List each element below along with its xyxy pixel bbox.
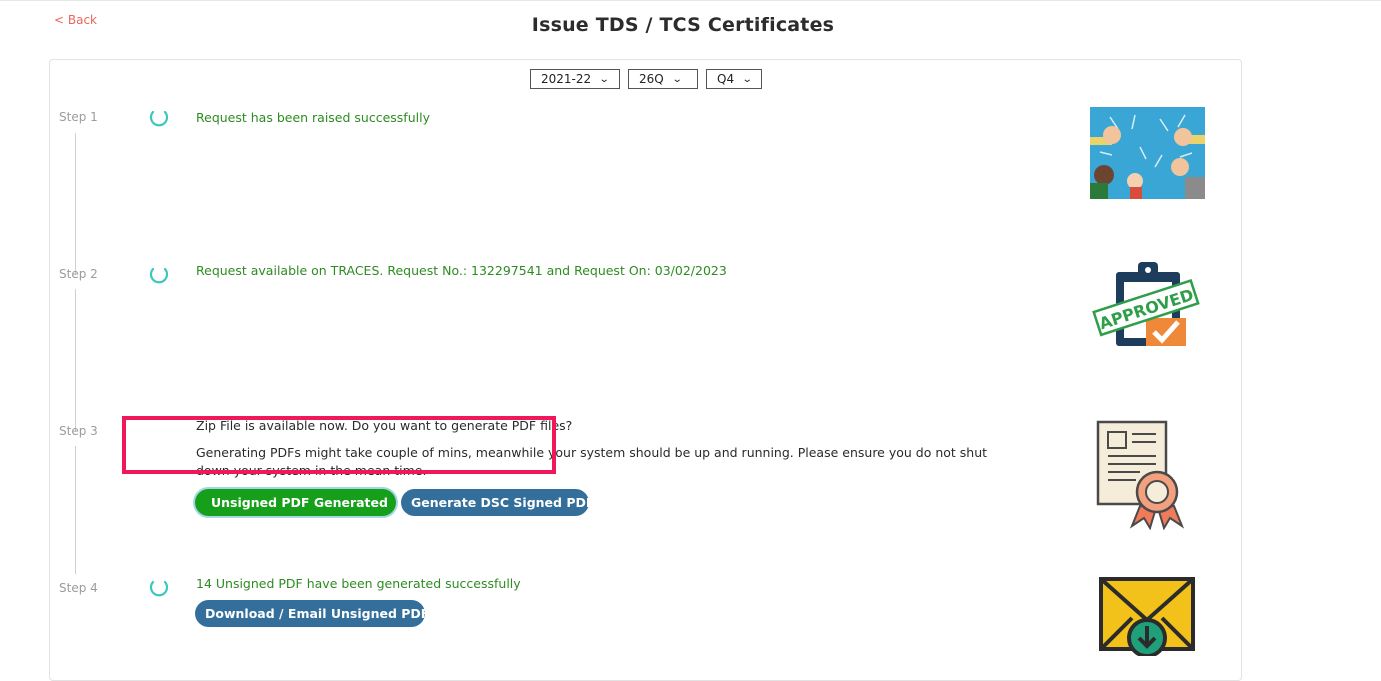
quarter-value: Q4 [717, 72, 735, 86]
certificate-icon [1096, 420, 1185, 530]
generate-dsc-signed-pdf-label: Generate DSC Signed PDF [411, 495, 595, 510]
loading-spinner-icon [149, 267, 169, 284]
step-connector [75, 446, 76, 574]
step-connector [75, 133, 76, 275]
download-email-unsigned-pdf-label: Download / Email Unsigned PDF [205, 606, 430, 621]
form-value: 26Q [639, 72, 664, 86]
loading-spinner-icon [149, 580, 169, 597]
step-3-label: Step 3 [59, 424, 98, 438]
thumbs-up-illustration-icon [1090, 107, 1205, 199]
unsigned-pdf-generated-button[interactable]: Unsigned PDF Generated [195, 489, 396, 516]
step-2-label: Step 2 [59, 267, 98, 281]
generate-dsc-signed-pdf-button[interactable]: Generate DSC Signed PDF [401, 489, 594, 516]
financial-year-select[interactable]: 2021-22 ⌄ [530, 69, 620, 89]
step-connector [75, 289, 76, 432]
chevron-down-icon: ⌄ [671, 73, 683, 85]
filter-bar: 2021-22 ⌄ 26Q ⌄ Q4 ⌄ [530, 69, 762, 89]
step-2-message: Request available on TRACES. Request No.… [196, 263, 727, 278]
steps-panel: 2021-22 ⌄ 26Q ⌄ Q4 ⌄ Step 1 Request has … [49, 59, 1242, 681]
financial-year-value: 2021-22 [541, 72, 592, 86]
form-select[interactable]: 26Q ⌄ [628, 69, 698, 89]
unsigned-pdf-generated-label: Unsigned PDF Generated [211, 495, 388, 510]
envelope-download-icon [1099, 577, 1195, 656]
loading-spinner-icon [149, 110, 169, 127]
step-4-label: Step 4 [59, 581, 98, 595]
download-email-unsigned-pdf-button[interactable]: Download / Email Unsigned PDF [195, 600, 429, 627]
quarter-select[interactable]: Q4 ⌄ [706, 69, 762, 89]
step-1-label: Step 1 [59, 110, 98, 124]
chevron-down-icon: ⌄ [598, 73, 610, 85]
approved-clipboard-icon: APPROVED [1092, 262, 1200, 346]
chevron-down-icon: ⌄ [741, 73, 753, 85]
top-divider [0, 0, 1381, 1]
step-4-message: 14 Unsigned PDF have been generated succ… [196, 576, 521, 591]
highlight-box [122, 416, 556, 474]
page-title: Issue TDS / TCS Certificates [531, 14, 835, 36]
step-1-message: Request has been raised successfully [196, 110, 430, 125]
